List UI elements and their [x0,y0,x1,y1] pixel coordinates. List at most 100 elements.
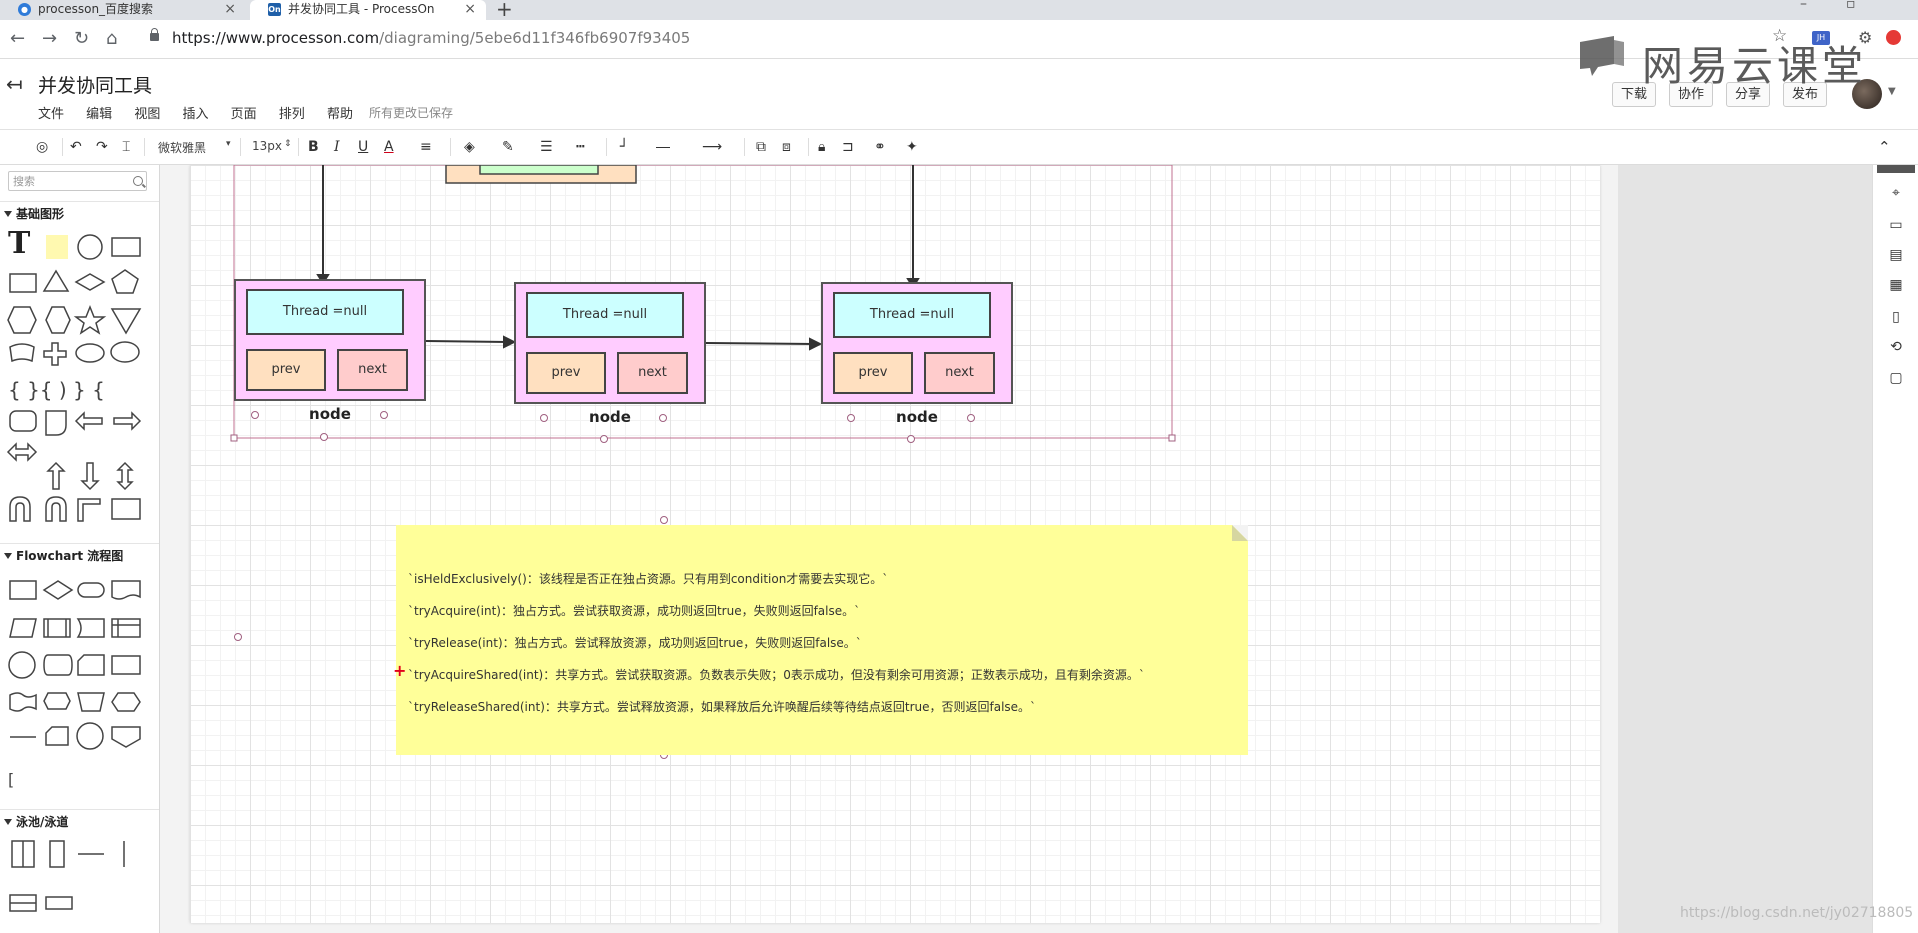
section-swimlane[interactable]: 泳池/泳道 [0,809,159,833]
lock-icon[interactable]: 🔒︎ [818,139,825,155]
line-style-icon[interactable]: ┅ [576,139,584,155]
link-icon[interactable]: ⚭ [874,139,886,155]
menu-arrange[interactable]: 排列 [279,107,305,122]
line-type-icon[interactable]: ⎯⎯ [656,139,670,155]
bring-front-icon[interactable]: ⧉ [756,139,766,155]
browser-tab-baidu[interactable]: ● processon_百度搜索 × [0,0,246,20]
document-title[interactable]: 并发协同工具 [38,71,152,98]
menu-help[interactable]: 帮助 [327,107,353,122]
next-field[interactable]: next [617,352,688,394]
reload-icon[interactable]: ↻ [74,28,89,49]
bold-button[interactable]: B [308,139,319,155]
basic-shapes-grid[interactable]: T { }{ ) } { [0,227,159,467]
node-label[interactable]: node [234,405,426,423]
prev-field[interactable]: prev [833,352,913,394]
arrow-end-icon[interactable]: ⟶ [702,139,722,155]
node-label[interactable]: node [821,408,1013,426]
page-setup-icon[interactable]: ▤ [1887,247,1905,263]
thread-field[interactable]: Thread =null [246,289,404,335]
maximize-icon[interactable]: ▫ [1846,0,1856,12]
new-tab-icon[interactable]: + [496,0,513,21]
note-fold-shadow [1232,525,1248,541]
shape-search-input[interactable]: 搜索 [8,171,147,191]
line-width-icon[interactable]: ☰ [540,139,553,155]
flowchart-shapes-grid[interactable] [0,569,159,769]
node-label[interactable]: node [514,408,706,426]
connector-icon[interactable]: ┘ [620,139,628,155]
thread-field[interactable]: Thread =null [833,292,991,338]
chevron-down-icon[interactable]: ▼ [1888,86,1896,97]
theme-icon[interactable]: ▭ [1887,217,1905,233]
fill-bucket-icon[interactable]: ◈ [464,139,475,155]
comment-icon[interactable]: ▢ [1887,370,1905,386]
node-1[interactable]: Thread =null prev next [234,279,426,401]
diagram-canvas[interactable]: Thread =null prev next node Thread =null… [160,165,1618,933]
data-attributes-icon[interactable]: ▦ [1887,277,1905,293]
stepper-icon[interactable]: ⇕ [284,139,292,149]
note-line: `isHeldExclusively()：该线程是否正在独占资源。只有用到con… [408,572,889,586]
font-color-button[interactable]: A [384,139,394,155]
panel-header-bar [1877,165,1915,173]
italic-button[interactable]: I [334,139,340,155]
node-2[interactable]: Thread =null prev next [514,282,706,404]
flowchart-bracket-shape[interactable]: [ [8,770,14,789]
prev-field[interactable]: prev [526,352,606,394]
format-brush-ring-icon[interactable]: ◎ [36,139,48,155]
forward-icon[interactable]: → [42,28,57,49]
magic-wand-icon[interactable]: ✦ [906,139,918,155]
svg-text:{ }{ ) } {: { }{ ) } { [8,378,105,402]
node-3[interactable]: Thread =null prev next [821,282,1013,404]
right-tool-panel: ⌖ ▭ ▤ ▦ ▯ ⟲ ▢ [1872,165,1918,933]
browser-tab-bar: ● processon_百度搜索 × On 并发协同工具 - ProcessOn… [0,0,1918,21]
home-icon[interactable]: ⌂ [106,28,117,49]
redo-icon[interactable]: ↷ [96,139,108,155]
menu-file[interactable]: 文件 [38,107,64,122]
menu-edit[interactable]: 编辑 [86,107,112,122]
search-icon[interactable] [133,176,143,186]
document-icon[interactable]: ▯ [1887,309,1905,325]
format-painter-icon[interactable]: ⌶ [122,139,130,155]
csdn-watermark: https://blog.csdn.net/jy02718805 [1680,905,1914,921]
next-field[interactable]: next [924,352,995,394]
browser-tab-processon[interactable]: On 并发协同工具 - ProcessOn × [250,0,486,20]
save-status: 所有更改已保存 [369,106,454,120]
canvas-gutter [1618,165,1872,933]
url-input[interactable]: https://www.processon.com/diagraming/5eb… [140,25,1340,51]
extension-red-icon[interactable] [1886,30,1901,45]
collapse-toolbar-icon[interactable]: ⌃ [1878,138,1891,156]
line-color-icon[interactable]: ✎ [502,139,514,155]
section-flowchart[interactable]: Flowchart 流程图 [0,543,159,567]
processon-favicon: On [268,3,281,16]
tab-title: processon_百度搜索 [38,2,154,16]
shape-library-panel: 搜索 基础图形 T { }{ ) } {Flowchart 流程图 [泳池/… [0,165,160,933]
swimlane-shapes-grid[interactable] [0,833,159,923]
align-icon[interactable]: ≡ [420,139,432,155]
back-icon[interactable]: ← [10,28,25,49]
send-back-icon[interactable]: ⧈ [782,139,791,155]
note-line: `tryAcquireShared(int)：共享方式。尝试获取资源。负数表示失… [408,668,1145,682]
unlock-icon[interactable]: ⊐ [842,139,854,155]
close-tab-icon[interactable]: × [464,0,476,18]
underline-button[interactable]: U [358,139,368,155]
basic-shapes-grid-more[interactable] [0,461,159,541]
menu-page[interactable]: 页面 [231,107,257,122]
next-field[interactable]: next [337,349,408,391]
menu-view[interactable]: 视图 [134,107,160,122]
section-basic-shapes[interactable]: 基础图形 [0,201,159,225]
thread-field[interactable]: Thread =null [526,292,684,338]
arrow-node2-node3 [705,342,815,345]
menu-bar: 文件 编辑 视图 插入 页面 排列 帮助 [38,103,371,122]
font-size-select[interactable]: 13px [252,139,282,153]
prev-field[interactable]: prev [246,349,326,391]
chevron-down-icon[interactable]: ▾ [226,139,231,149]
sticky-note[interactable]: `isHeldExclusively()：该线程是否正在独占资源。只有用到con… [393,525,1248,755]
back-to-files-icon[interactable]: ↤ [6,72,23,96]
undo-icon[interactable]: ↶ [70,139,82,155]
menu-insert[interactable]: 插入 [182,107,208,122]
history-icon[interactable]: ⟲ [1887,339,1905,355]
close-tab-icon[interactable]: × [224,0,236,18]
navigator-icon[interactable]: ⌖ [1887,185,1905,201]
minimize-icon[interactable]: – [1800,0,1807,12]
search-placeholder: 搜索 [13,175,35,188]
font-family-select[interactable]: 微软雅黑 [158,139,206,156]
